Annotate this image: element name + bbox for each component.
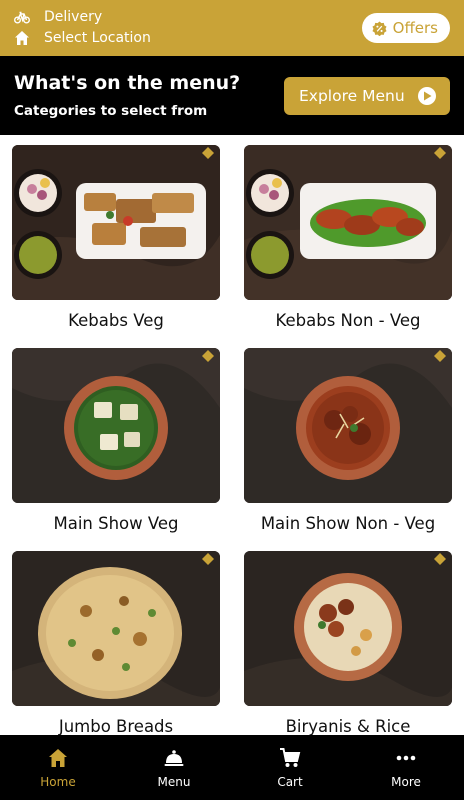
arrow-right-icon — [418, 87, 436, 105]
bottom-navigation: Home Menu Cart More — [0, 735, 464, 800]
cart-icon — [280, 748, 301, 767]
category-photo — [12, 145, 220, 300]
nav-more[interactable]: More — [348, 735, 464, 800]
category-card-biryanis-rice[interactable]: Biryanis & Rice — [244, 551, 452, 735]
nav-menu-label: Menu — [157, 775, 191, 789]
category-label: Main Show Non - Veg — [260, 514, 436, 533]
badge-icon — [372, 20, 387, 36]
category-label: Jumbo Breads — [58, 717, 174, 735]
nav-cart[interactable]: Cart — [232, 735, 348, 800]
category-label: Kebabs Veg — [68, 311, 164, 330]
hero-subtitle: Categories to select from — [14, 103, 208, 119]
cloche-icon — [164, 750, 184, 766]
category-photo — [244, 145, 452, 300]
nav-home[interactable]: Home — [0, 735, 116, 800]
more-dots-icon — [396, 755, 416, 761]
category-label: Biryanis & Rice — [285, 717, 411, 735]
explore-menu-button[interactable]: Explore Menu — [284, 77, 450, 115]
delivery-row[interactable]: Delivery — [14, 9, 102, 25]
category-card-kebabs-veg[interactable]: Kebabs Veg — [12, 145, 220, 330]
nav-cart-label: Cart — [277, 775, 303, 789]
nav-home-label: Home — [40, 775, 76, 789]
menu-hero: What's on the menu? Categories to select… — [0, 56, 464, 135]
home-icon — [15, 31, 29, 45]
hero-title: What's on the menu? — [14, 72, 241, 94]
category-photo — [244, 551, 452, 706]
bicycle-icon — [14, 11, 30, 24]
category-photo — [244, 348, 452, 503]
explore-menu-label: Explore Menu — [299, 87, 405, 105]
location-row[interactable]: Select Location — [14, 30, 151, 46]
offers-label: Offers — [392, 19, 438, 37]
category-card-kebabs-non-veg[interactable]: Kebabs Non - Veg — [244, 145, 452, 330]
offers-button[interactable]: Offers — [361, 13, 450, 43]
nav-more-label: More — [391, 775, 421, 789]
location-label: Select Location — [44, 30, 151, 46]
category-photo — [12, 348, 220, 503]
delivery-label: Delivery — [44, 9, 103, 25]
category-label: Kebabs Non - Veg — [275, 311, 421, 330]
nav-menu[interactable]: Menu — [116, 735, 232, 800]
category-photo — [12, 551, 220, 706]
home-icon — [49, 749, 67, 767]
category-grid: Kebabs Veg Kebabs Non - Veg Main Show Ve… — [0, 135, 464, 735]
category-card-jumbo-breads[interactable]: Jumbo Breads — [12, 551, 220, 735]
category-card-main-show-veg[interactable]: Main Show Veg — [12, 348, 220, 533]
category-card-main-show-non-veg[interactable]: Main Show Non - Veg — [244, 348, 452, 533]
top-bar: Delivery Select Location Offers — [0, 0, 464, 56]
category-label: Main Show Veg — [53, 514, 179, 533]
